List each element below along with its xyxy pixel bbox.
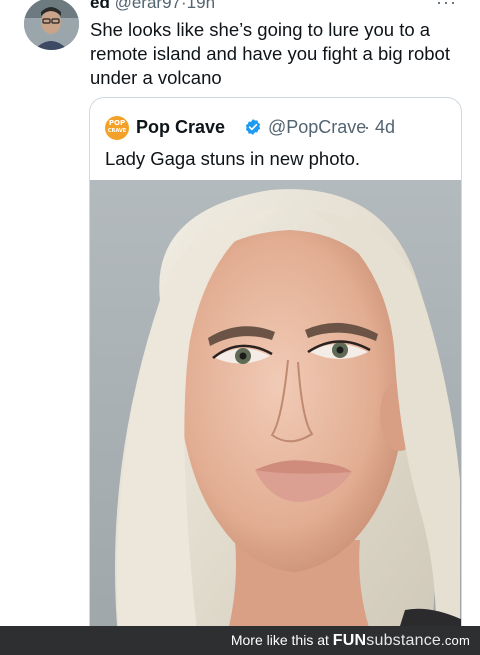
site-logo-part-fun: FUN <box>332 632 367 649</box>
verified-badge-icon <box>245 119 261 135</box>
quoted-author-handle[interactable]: @PopCrave <box>268 116 366 138</box>
pop-crave-logo-icon[interactable]: POP CRAVE <box>105 116 129 140</box>
watermark-footer: More like this at FUNsubstance.com <box>0 626 480 655</box>
author-name[interactable]: ed <box>90 0 110 12</box>
quoted-author-name[interactable]: Pop Crave <box>136 116 225 138</box>
author-handle[interactable]: @erar97 <box>115 0 181 12</box>
logo-text-line1: POP <box>108 119 126 127</box>
reply-text: She looks like she’s going to lure you t… <box>90 19 450 88</box>
more-options-icon[interactable]: ··· <box>436 0 457 13</box>
footer-text: More like this at FUNsubstance.com <box>231 632 470 649</box>
site-logo[interactable]: FUNsubstance.com <box>333 632 470 649</box>
avatar-image <box>24 0 79 50</box>
avatar[interactable] <box>24 0 79 50</box>
reply-meta: ed @erar97·19h <box>90 0 215 13</box>
site-logo-part-substance: substance <box>366 632 442 649</box>
separator: · <box>364 117 370 137</box>
reply-tweet: ed @erar97·19h ··· She looks like she’s … <box>0 0 480 655</box>
portrait-image <box>90 180 461 655</box>
quoted-tweet-photo[interactable] <box>90 180 461 655</box>
quoted-tweet-text: Lady Gaga stuns in new photo. <box>105 148 361 169</box>
footer-prefix: More like this at <box>230 632 329 648</box>
logo-text-line2: CRAVE <box>107 128 127 134</box>
quoted-tweet[interactable]: POP CRAVE Pop Crave @PopCrave · 4d Lady … <box>89 97 462 655</box>
site-logo-part-tld: .com <box>441 633 470 648</box>
quoted-timestamp[interactable]: 4d <box>375 116 395 138</box>
timestamp[interactable]: 19h <box>187 0 215 12</box>
